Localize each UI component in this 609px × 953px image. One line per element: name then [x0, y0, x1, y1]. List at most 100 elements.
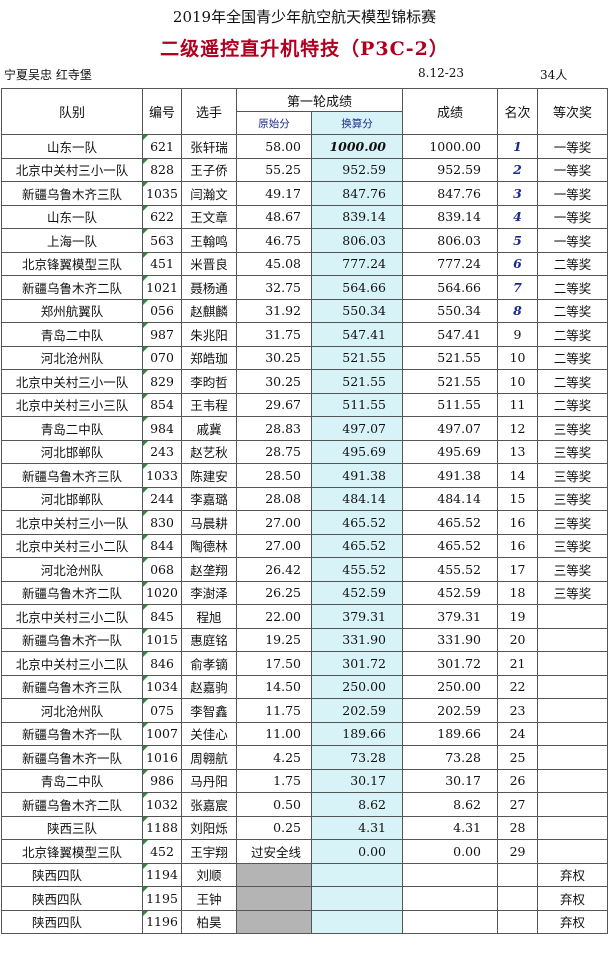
number-cell: 068 — [142, 557, 182, 582]
raw-score-cell: 26.42 — [236, 557, 312, 582]
number-cell: 1007 — [142, 721, 182, 746]
player-cell: 李昀哲 — [181, 369, 237, 394]
team-cell: 北京锋翼模型三队 — [1, 251, 143, 276]
player-cell: 王文章 — [181, 204, 237, 229]
player-cell: 聂杨通 — [181, 275, 237, 300]
rank-cell — [497, 909, 539, 934]
team-cell: 陕西三队 — [1, 815, 143, 840]
raw-score-cell: 28.83 — [236, 416, 312, 441]
player-cell: 王子侨 — [181, 157, 237, 182]
converted-score-cell: 495.69 — [310, 439, 404, 464]
score-cell: 189.66 — [402, 721, 499, 746]
converted-score-cell: 30.17 — [310, 768, 404, 793]
rank-cell — [497, 886, 539, 911]
rank-cell: 14 — [497, 463, 539, 488]
rank-cell: 16 — [497, 533, 539, 558]
rank-cell: 2 — [497, 157, 539, 182]
raw-score-cell — [236, 862, 312, 887]
rank-cell: 11 — [497, 392, 539, 417]
team-cell: 北京中关村三小二队 — [1, 604, 143, 629]
score-cell: 952.59 — [402, 157, 499, 182]
number-cell: 1016 — [142, 745, 182, 770]
converted-score-cell: 497.07 — [310, 416, 404, 441]
raw-score-cell: 28.08 — [236, 486, 312, 511]
team-cell: 陕西四队 — [1, 886, 143, 911]
table-row: 北京中关村三小二队 845 程旭 22.00 379.31 379.31 19 — [1, 604, 609, 629]
score-cell — [402, 909, 499, 934]
raw-score-cell: 45.08 — [236, 251, 312, 276]
award-cell — [537, 721, 609, 746]
score-cell: 301.72 — [402, 651, 499, 676]
raw-score-cell — [236, 886, 312, 911]
converted-score-cell — [310, 862, 404, 887]
number-cell: 1194 — [142, 862, 182, 887]
raw-score-cell: 过安全线 — [236, 839, 312, 864]
converted-score-cell: 379.31 — [310, 604, 404, 629]
table-row: 河北沧州队 068 赵垄翔 26.42 455.52 455.52 17 三等奖 — [1, 557, 609, 582]
score-cell: 0.00 — [402, 839, 499, 864]
number-cell: 1020 — [142, 580, 182, 605]
table-row: 新疆乌鲁木齐三队 1034 赵嘉驹 14.50 250.00 250.00 22 — [1, 674, 609, 699]
player-cell: 王翰鸣 — [181, 228, 237, 253]
score-cell: 8.62 — [402, 792, 499, 817]
award-cell — [537, 792, 609, 817]
number-cell: 244 — [142, 486, 182, 511]
converted-score-cell: 1000.00 — [310, 134, 404, 159]
player-cell: 米晋良 — [181, 251, 237, 276]
award-cell — [537, 674, 609, 699]
table-row: 上海一队 563 王翰鸣 46.75 806.03 806.03 5 一等奖 — [1, 228, 609, 253]
number-cell: 452 — [142, 839, 182, 864]
table-row: 郑州航翼队 056 赵麒麟 31.92 550.34 550.34 8 二等奖 — [1, 298, 609, 323]
team-cell: 青岛二中队 — [1, 416, 143, 441]
rank-cell: 15 — [497, 486, 539, 511]
number-cell: 1033 — [142, 463, 182, 488]
player-cell: 王宇翔 — [181, 839, 237, 864]
table-row: 新疆乌鲁木齐一队 1015 惠庭铭 19.25 331.90 331.90 20 — [1, 627, 609, 652]
score-cell: 521.55 — [402, 345, 499, 370]
raw-score-cell: 28.50 — [236, 463, 312, 488]
team-cell: 北京中关村三小一队 — [1, 510, 143, 535]
raw-score-cell: 22.00 — [236, 604, 312, 629]
score-cell: 452.59 — [402, 580, 499, 605]
rank-cell: 19 — [497, 604, 539, 629]
score-cell: 465.52 — [402, 510, 499, 535]
rank-cell: 27 — [497, 792, 539, 817]
number-cell: 845 — [142, 604, 182, 629]
number-cell: 844 — [142, 533, 182, 558]
player-cell: 程旭 — [181, 604, 237, 629]
award-cell: 三等奖 — [537, 510, 609, 535]
number-cell: 1195 — [142, 886, 182, 911]
rank-cell: 6 — [497, 251, 539, 276]
team-cell: 河北沧州队 — [1, 345, 143, 370]
header-raw: 原始分 — [236, 111, 312, 135]
table-row: 新疆乌鲁木齐一队 1016 周翱航 4.25 73.28 73.28 25 — [1, 745, 609, 770]
team-cell: 陕西四队 — [1, 909, 143, 934]
header-team: 队别 — [1, 88, 143, 135]
participant-count: 34人 — [540, 68, 568, 82]
converted-score-cell: 806.03 — [310, 228, 404, 253]
number-cell: 986 — [142, 768, 182, 793]
rank-cell: 25 — [497, 745, 539, 770]
award-cell — [537, 815, 609, 840]
number-cell: 1034 — [142, 674, 182, 699]
number-cell: 075 — [142, 698, 182, 723]
table-row: 新疆乌鲁木齐二队 1020 李澍泽 26.25 452.59 452.59 18 三等奖 — [1, 580, 609, 605]
table-row: 新疆乌鲁木齐三队 1033 陈建安 28.50 491.38 491.38 14 三等奖 — [1, 463, 609, 488]
number-cell: 622 — [142, 204, 182, 229]
team-cell: 北京中关村三小二队 — [1, 533, 143, 558]
player-cell: 李智鑫 — [181, 698, 237, 723]
score-cell: 331.90 — [402, 627, 499, 652]
number-cell: 984 — [142, 416, 182, 441]
team-cell: 山东一队 — [1, 134, 143, 159]
rank-cell: 13 — [497, 439, 539, 464]
score-cell: 1000.00 — [402, 134, 499, 159]
converted-score-cell: 8.62 — [310, 792, 404, 817]
number-cell: 1196 — [142, 909, 182, 934]
converted-score-cell: 847.76 — [310, 181, 404, 206]
raw-score-cell: 28.75 — [236, 439, 312, 464]
number-cell: 829 — [142, 369, 182, 394]
player-cell: 闫瀚文 — [181, 181, 237, 206]
team-cell: 新疆乌鲁木齐一队 — [1, 627, 143, 652]
score-cell: 511.55 — [402, 392, 499, 417]
raw-score-cell: 32.75 — [236, 275, 312, 300]
